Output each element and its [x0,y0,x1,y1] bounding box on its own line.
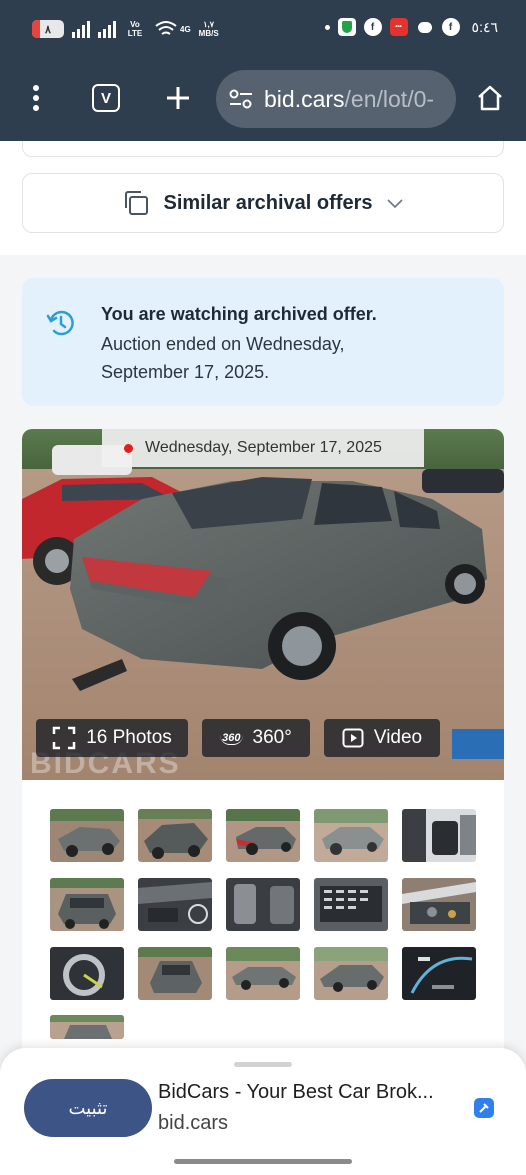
photos-label: 16 Photos [86,727,172,748]
gesture-nav-bar[interactable] [174,1159,352,1164]
web-page: Similar archival offers You are watching… [0,141,526,1175]
thumbnail[interactable] [138,878,212,931]
talabat-app-icon: ••• [389,18,408,36]
notice-title: You are watching archived offer. [101,304,377,324]
url-host: bid.cars [264,85,345,112]
shield-app-icon [337,18,356,36]
thumbnail[interactable] [314,809,388,862]
thumbnail[interactable] [50,947,124,1000]
spin-360-label: 360° [252,727,292,748]
video-label: Video [373,727,423,748]
home-icon[interactable] [468,70,512,126]
thumbnail[interactable] [226,878,300,931]
thumbnail[interactable] [402,947,476,1000]
auction-date-chip: Wednesday, September 17, 2025 [102,429,424,467]
app-favicon-icon [474,1098,494,1118]
install-app-sheet: تثبيت BidCars - Your Best Car Brok... bi… [0,1048,526,1175]
previous-card [22,141,504,157]
menu-kebab-icon[interactable] [14,70,58,126]
history-icon [46,310,74,336]
fullscreen-icon [52,726,76,750]
thumbnail[interactable] [226,809,300,862]
auction-date: Wednesday, September 17, 2025 [145,439,382,456]
thumbnail[interactable] [50,1015,124,1039]
photos-button[interactable]: 16 Photos [36,719,188,757]
message-icon [416,18,434,36]
clock: ٥:٤٦ [471,18,498,35]
signal-icon-2 [98,20,116,38]
thumbnail[interactable] [138,809,212,862]
app-host: bid.cars [158,1112,229,1134]
notice-line-2: September 17, 2025. [101,362,270,382]
live-dot-icon [124,443,133,453]
battery-level: ٨ [45,23,51,36]
spin-360-button[interactable]: 360 360° [202,719,310,757]
top-section: Similar archival offers [0,141,526,255]
thumbnail[interactable] [50,809,124,862]
thumbnail[interactable] [314,878,388,931]
similar-label: Similar archival offers [163,191,373,214]
app-title: BidCars - Your Best Car Brok... [158,1081,434,1103]
similar-archival-offers-button[interactable]: Similar archival offers [22,173,504,233]
new-tab-plus-icon[interactable] [156,70,200,126]
signal-icon [72,20,90,38]
spin-360-icon: 360 [220,731,243,745]
browser-chrome: ٨ Vo LTE 4G ١,٧ MB/S f ••• f ٥:٤٦ V bid.… [0,0,526,141]
battery-icon: ٨ [32,20,64,38]
archived-notice: You are watching archived offer. Auction… [22,278,504,406]
video-button[interactable]: Video [324,719,440,757]
wifi-icon [155,21,177,35]
facebook-icon: f [363,18,382,36]
speed-unit: MB/S [198,29,219,38]
sheet-drag-handle[interactable] [234,1062,292,1067]
url-path: /en/lot/0- [344,85,435,112]
address-bar[interactable]: bid.cars/en/lot/0- [216,70,456,128]
network-type: 4G [180,24,191,34]
status-bar: ٨ Vo LTE 4G ١,٧ MB/S f ••• f ٥:٤٦ [0,0,526,62]
notice-line-1: Auction ended on Wednesday, [101,334,345,354]
browser-toolbar: V bid.cars/en/lot/0- [0,62,526,141]
facebook-icon-2: f [441,18,460,36]
network-label: Vo LTE [127,20,143,38]
thumbnail[interactable] [226,947,300,1000]
thumbnail[interactable] [402,809,476,862]
thumbnail[interactable] [402,878,476,931]
notification-dot-icon [324,24,330,30]
install-button[interactable]: تثبيت [24,1079,152,1137]
copy-icon [124,191,148,215]
main-car-photo[interactable]: Wednesday, September 17, 2025 BIDCARS 16… [22,429,504,780]
thumbnail[interactable] [138,947,212,1000]
tab-switcher-button[interactable]: V [84,70,128,126]
site-settings-icon[interactable] [228,88,254,110]
chevron-down-icon [387,199,404,209]
thumbnail[interactable] [50,878,124,931]
speed-value: ١,٧ [203,20,215,29]
play-icon [342,728,364,748]
tab-letter: V [92,84,120,112]
thumbnail[interactable] [314,947,388,1000]
